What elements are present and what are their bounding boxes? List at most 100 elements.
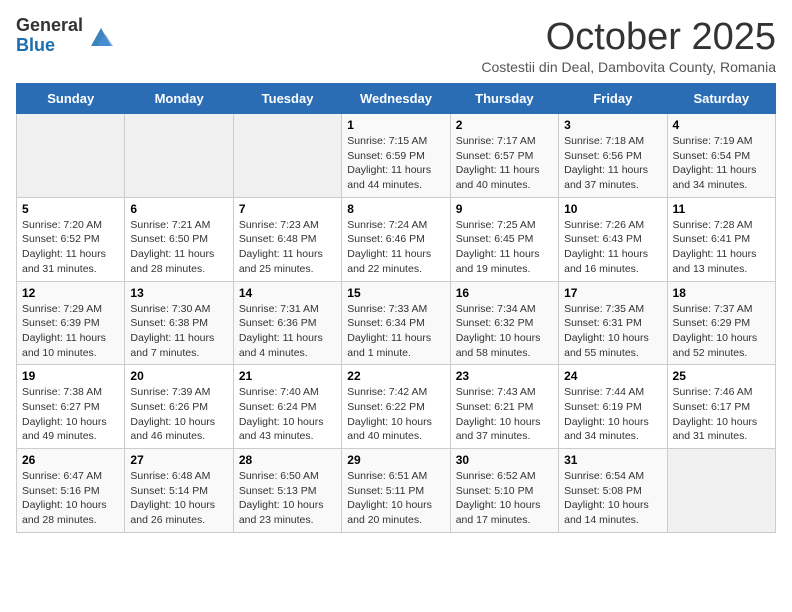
calendar-week-4: 19Sunrise: 7:38 AM Sunset: 6:27 PM Dayli… xyxy=(17,365,776,449)
day-number: 26 xyxy=(22,453,119,467)
calendar-cell: 4 Sunrise: 7:19 AM Sunset: 6:54 PM Daylig… xyxy=(667,114,775,198)
calendar-cell xyxy=(233,114,341,198)
calendar-cell: 28 Sunrise: 6:50 AM Sunset: 5:13 PM Dayli… xyxy=(233,449,341,533)
logo-icon xyxy=(87,22,115,50)
weekday-header-sunday: Sunday xyxy=(17,84,125,114)
day-info: Sunrise: 7:15 AM Sunset: 6:59 PM Dayligh… xyxy=(347,134,444,193)
calendar-cell xyxy=(125,114,233,198)
calendar-cell: 9 Sunrise: 7:25 AM Sunset: 6:45 PM Daylig… xyxy=(450,197,558,281)
calendar-cell: 11 Sunrise: 7:28 AM Sunset: 6:41 PM Dayli… xyxy=(667,197,775,281)
calendar-week-1: 1Sunrise: 7:15 AM Sunset: 6:59 PM Daylig… xyxy=(17,114,776,198)
day-number: 28 xyxy=(239,453,336,467)
calendar-week-2: 5 Sunrise: 7:20 AM Sunset: 6:52 PM Daylig… xyxy=(17,197,776,281)
day-number: 10 xyxy=(564,202,661,216)
day-number: 4 xyxy=(673,118,770,132)
day-info: Sunrise: 7:35 AM Sunset: 6:31 PM Dayligh… xyxy=(564,302,661,361)
calendar-week-5: 26Sunrise: 6:47 AM Sunset: 5:16 PM Dayli… xyxy=(17,449,776,533)
subtitle: Costestii din Deal, Dambovita County, Ro… xyxy=(481,59,776,75)
calendar-cell xyxy=(667,449,775,533)
weekday-header-row: SundayMondayTuesdayWednesdayThursdayFrid… xyxy=(17,84,776,114)
day-info: Sunrise: 7:43 AM Sunset: 6:21 PM Dayligh… xyxy=(456,385,553,444)
calendar-cell: 21 Sunrise: 7:40 AM Sunset: 6:24 PM Dayli… xyxy=(233,365,341,449)
calendar-cell: 19Sunrise: 7:38 AM Sunset: 6:27 PM Dayli… xyxy=(17,365,125,449)
day-info: Sunrise: 7:30 AM Sunset: 6:38 PM Dayligh… xyxy=(130,302,227,361)
weekday-header-saturday: Saturday xyxy=(667,84,775,114)
day-number: 17 xyxy=(564,286,661,300)
day-number: 20 xyxy=(130,369,227,383)
day-number: 8 xyxy=(347,202,444,216)
page-header: General Blue October 2025 Costestii din … xyxy=(16,16,776,75)
calendar-cell: 2Sunrise: 7:17 AM Sunset: 6:57 PM Daylig… xyxy=(450,114,558,198)
title-block: October 2025 Costestii din Deal, Dambovi… xyxy=(481,16,776,75)
logo-general-text: General xyxy=(16,16,83,36)
calendar-cell: 6 Sunrise: 7:21 AM Sunset: 6:50 PM Daylig… xyxy=(125,197,233,281)
calendar-cell: 30Sunrise: 6:52 AM Sunset: 5:10 PM Dayli… xyxy=(450,449,558,533)
day-number: 19 xyxy=(22,369,119,383)
day-number: 9 xyxy=(456,202,553,216)
day-info: Sunrise: 7:37 AM Sunset: 6:29 PM Dayligh… xyxy=(673,302,770,361)
calendar-week-3: 12 Sunrise: 7:29 AM Sunset: 6:39 PM Dayli… xyxy=(17,281,776,365)
calendar-cell: 18 Sunrise: 7:37 AM Sunset: 6:29 PM Dayli… xyxy=(667,281,775,365)
day-info: Sunrise: 7:20 AM Sunset: 6:52 PM Dayligh… xyxy=(22,218,119,277)
day-info: Sunrise: 7:34 AM Sunset: 6:32 PM Dayligh… xyxy=(456,302,553,361)
calendar-cell: 15 Sunrise: 7:33 AM Sunset: 6:34 PM Dayli… xyxy=(342,281,450,365)
calendar-cell: 14 Sunrise: 7:31 AM Sunset: 6:36 PM Dayli… xyxy=(233,281,341,365)
day-number: 25 xyxy=(673,369,770,383)
day-number: 12 xyxy=(22,286,119,300)
day-info: Sunrise: 7:40 AM Sunset: 6:24 PM Dayligh… xyxy=(239,385,336,444)
day-info: Sunrise: 7:25 AM Sunset: 6:45 PM Dayligh… xyxy=(456,218,553,277)
day-number: 2 xyxy=(456,118,553,132)
day-info: Sunrise: 7:24 AM Sunset: 6:46 PM Dayligh… xyxy=(347,218,444,277)
day-info: Sunrise: 6:48 AM Sunset: 5:14 PM Dayligh… xyxy=(130,469,227,528)
day-info: Sunrise: 7:26 AM Sunset: 6:43 PM Dayligh… xyxy=(564,218,661,277)
calendar-cell: 25 Sunrise: 7:46 AM Sunset: 6:17 PM Dayli… xyxy=(667,365,775,449)
weekday-header-wednesday: Wednesday xyxy=(342,84,450,114)
day-number: 14 xyxy=(239,286,336,300)
day-number: 6 xyxy=(130,202,227,216)
day-number: 15 xyxy=(347,286,444,300)
calendar-cell: 17 Sunrise: 7:35 AM Sunset: 6:31 PM Dayli… xyxy=(559,281,667,365)
day-number: 21 xyxy=(239,369,336,383)
day-number: 7 xyxy=(239,202,336,216)
day-info: Sunrise: 7:28 AM Sunset: 6:41 PM Dayligh… xyxy=(673,218,770,277)
calendar-cell: 13 Sunrise: 7:30 AM Sunset: 6:38 PM Dayli… xyxy=(125,281,233,365)
day-info: Sunrise: 7:42 AM Sunset: 6:22 PM Dayligh… xyxy=(347,385,444,444)
day-number: 22 xyxy=(347,369,444,383)
day-number: 18 xyxy=(673,286,770,300)
calendar-cell: 23Sunrise: 7:43 AM Sunset: 6:21 PM Dayli… xyxy=(450,365,558,449)
day-info: Sunrise: 7:21 AM Sunset: 6:50 PM Dayligh… xyxy=(130,218,227,277)
day-number: 13 xyxy=(130,286,227,300)
month-title: October 2025 xyxy=(481,16,776,59)
day-number: 27 xyxy=(130,453,227,467)
calendar-cell: 26Sunrise: 6:47 AM Sunset: 5:16 PM Dayli… xyxy=(17,449,125,533)
day-info: Sunrise: 7:19 AM Sunset: 6:54 PM Dayligh… xyxy=(673,134,770,193)
calendar-cell: 1Sunrise: 7:15 AM Sunset: 6:59 PM Daylig… xyxy=(342,114,450,198)
day-number: 5 xyxy=(22,202,119,216)
day-number: 16 xyxy=(456,286,553,300)
day-number: 31 xyxy=(564,453,661,467)
calendar-cell: 10 Sunrise: 7:26 AM Sunset: 6:43 PM Dayli… xyxy=(559,197,667,281)
day-info: Sunrise: 7:46 AM Sunset: 6:17 PM Dayligh… xyxy=(673,385,770,444)
day-info: Sunrise: 7:31 AM Sunset: 6:36 PM Dayligh… xyxy=(239,302,336,361)
day-number: 24 xyxy=(564,369,661,383)
day-number: 3 xyxy=(564,118,661,132)
day-info: Sunrise: 7:39 AM Sunset: 6:26 PM Dayligh… xyxy=(130,385,227,444)
calendar-cell: 22 Sunrise: 7:42 AM Sunset: 6:22 PM Dayli… xyxy=(342,365,450,449)
logo-blue-text: Blue xyxy=(16,36,83,56)
logo: General Blue xyxy=(16,16,115,56)
day-info: Sunrise: 6:54 AM Sunset: 5:08 PM Dayligh… xyxy=(564,469,661,528)
day-info: Sunrise: 7:33 AM Sunset: 6:34 PM Dayligh… xyxy=(347,302,444,361)
day-info: Sunrise: 7:29 AM Sunset: 6:39 PM Dayligh… xyxy=(22,302,119,361)
day-info: Sunrise: 6:52 AM Sunset: 5:10 PM Dayligh… xyxy=(456,469,553,528)
calendar-cell: 3Sunrise: 7:18 AM Sunset: 6:56 PM Daylig… xyxy=(559,114,667,198)
day-info: Sunrise: 6:50 AM Sunset: 5:13 PM Dayligh… xyxy=(239,469,336,528)
calendar-table: SundayMondayTuesdayWednesdayThursdayFrid… xyxy=(16,83,776,533)
calendar-cell: 29 Sunrise: 6:51 AM Sunset: 5:11 PM Dayli… xyxy=(342,449,450,533)
calendar-cell: 5 Sunrise: 7:20 AM Sunset: 6:52 PM Daylig… xyxy=(17,197,125,281)
day-number: 11 xyxy=(673,202,770,216)
calendar-cell: 16 Sunrise: 7:34 AM Sunset: 6:32 PM Dayli… xyxy=(450,281,558,365)
day-info: Sunrise: 6:51 AM Sunset: 5:11 PM Dayligh… xyxy=(347,469,444,528)
weekday-header-friday: Friday xyxy=(559,84,667,114)
day-number: 29 xyxy=(347,453,444,467)
day-info: Sunrise: 7:23 AM Sunset: 6:48 PM Dayligh… xyxy=(239,218,336,277)
